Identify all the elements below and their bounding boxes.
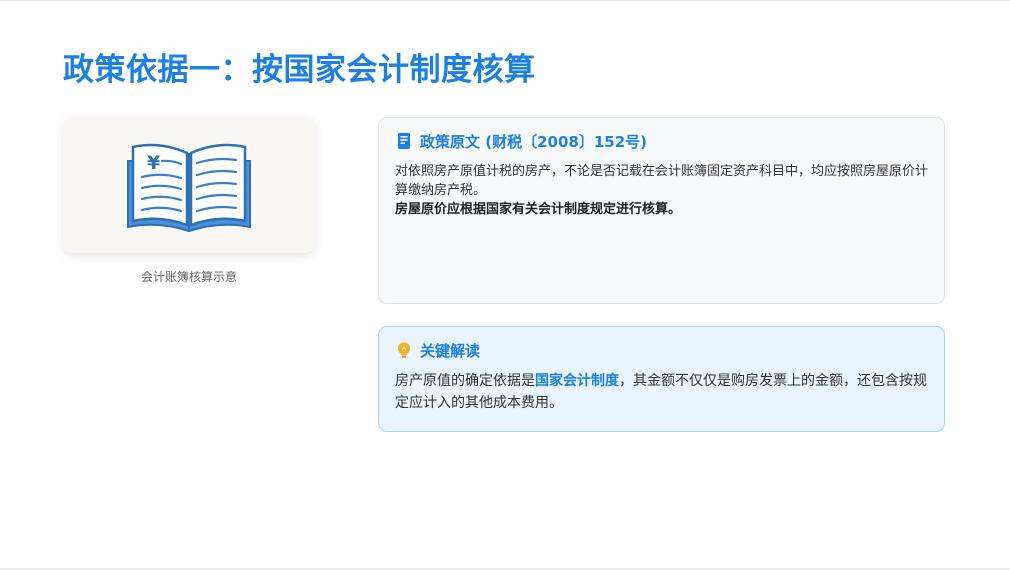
policy-card-title: 政策原文 (财税〔2008〕152号) [420,132,647,151]
yen-symbol: ¥ [147,152,160,174]
policy-original-card: 政策原文 (财税〔2008〕152号) 对依照房产原值计税的房产，不论是否记载在… [378,117,945,304]
document-icon [398,133,410,149]
page-title: 政策依据一：按国家会计制度核算 [63,52,536,88]
illustration-card: ¥ [63,117,315,253]
insight-card-header: 关键解读 [395,339,928,361]
insight-highlight: 国家会计制度 [535,373,619,389]
policy-paragraph: 对依照房产原值计税的房产，不论是否记载在会计账簿固定资产科目中，均应按照房屋原价… [395,164,929,198]
open-ledger-book-yen-icon: ¥ [127,143,251,233]
policy-text: 对依照房产原值计税的房产，不论是否记载在会计账簿固定资产科目中，均应按照房屋原价… [395,162,928,219]
insight-text-lead: 房产原值的确定依据是 [395,373,535,389]
policy-key-sentence: 房屋原价应根据国家有关会计制度规定进行核算。 [395,202,682,217]
insight-card-title: 关键解读 [420,341,481,360]
policy-card-header: 政策原文 (财税〔2008〕152号) [395,130,928,152]
illustration-caption: 会计账簿核算示意 [140,270,237,284]
top-divider [0,0,1010,1]
insight-text: 房产原值的确定依据是国家会计制度，其金额不仅仅是购房发票上的金额，还包含按规定应… [395,370,928,414]
key-insight-card: 关键解读 房产原值的确定依据是国家会计制度，其金额不仅仅是购房发票上的金额，还包… [378,326,945,432]
lightbulb-icon [398,342,410,358]
